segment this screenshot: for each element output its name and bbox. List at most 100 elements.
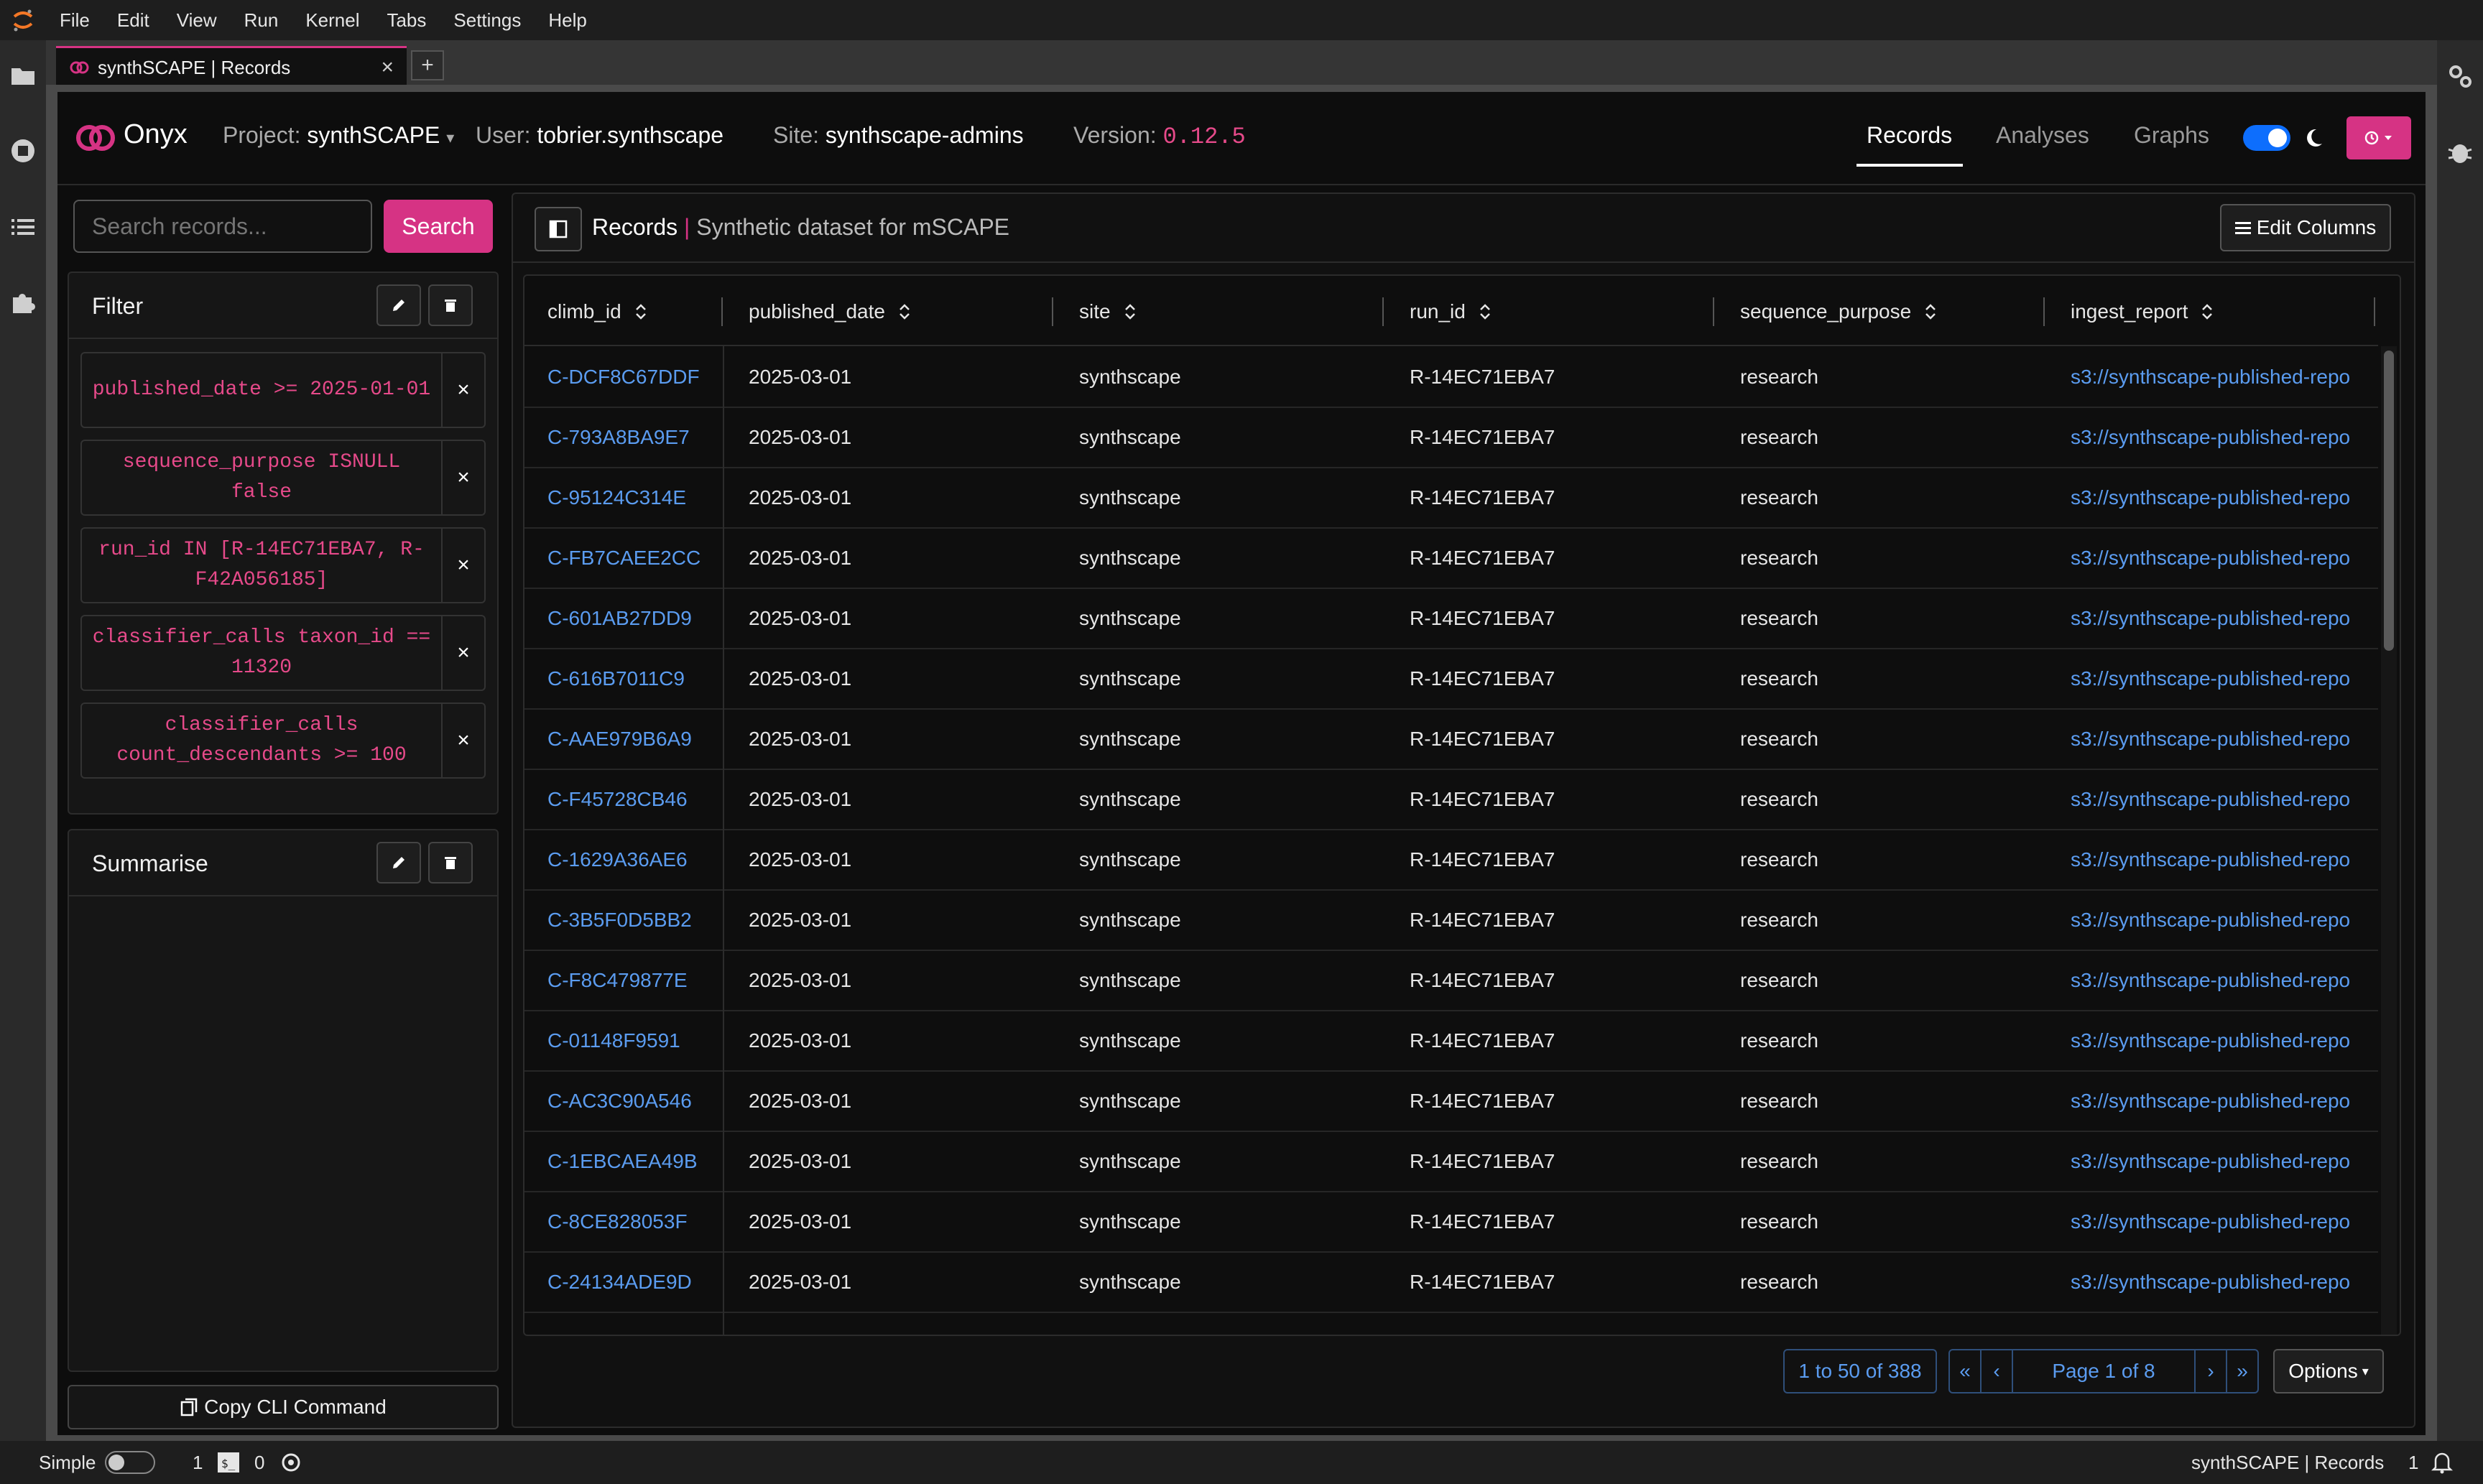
column-header-climb-id[interactable]: climb_id (547, 279, 647, 345)
first-page-button[interactable]: « (1948, 1349, 1982, 1393)
cell-climb-id[interactable]: C-95124C314E (547, 468, 717, 527)
cell-climb-id[interactable]: C-1629A36AE6 (547, 830, 717, 889)
filter-chip[interactable]: classifier_calls count_descendants >= 10… (80, 702, 486, 779)
menu-tabs[interactable]: Tabs (373, 0, 440, 40)
menu-file[interactable]: File (46, 0, 103, 40)
cell-climb-id[interactable]: C-24134ADE9D (547, 1253, 717, 1312)
table-row[interactable]: C-8CE828053F 2025-03-01 synthscape R-14EC71… (524, 1192, 2378, 1253)
filter-chip[interactable]: run_id IN [R-14EC71EBA7, R-F42A056185] × (80, 527, 486, 603)
edit-columns-button[interactable]: Edit Columns (2220, 204, 2391, 251)
sort-icon[interactable] (1479, 302, 1492, 321)
filter-chip[interactable]: sequence_purpose ISNULL false × (80, 440, 486, 516)
cell-ingest-report[interactable]: s3://synthscape-published-repo (2071, 348, 2358, 407)
column-resize-handle[interactable] (1382, 297, 1384, 326)
extension-manager-icon[interactable] (9, 287, 37, 316)
nav-records-tab[interactable]: Records (1867, 122, 1952, 149)
cell-ingest-report[interactable]: s3://synthscape-published-repo (2071, 1011, 2358, 1070)
cell-climb-id[interactable]: C-FB7CAEE2CC (547, 529, 717, 588)
cell-ingest-report[interactable]: s3://synthscape-published-repo (2071, 770, 2358, 829)
cell-climb-id[interactable]: C-DCF8C67DDF (547, 348, 717, 407)
filter-chip[interactable]: classifier_calls taxon_id == 11320 × (80, 615, 486, 691)
edit-summarise-button[interactable] (376, 842, 421, 884)
running-kernels-icon[interactable] (9, 136, 37, 165)
cell-climb-id[interactable]: C-1EBCAEA49B (547, 1132, 717, 1191)
sort-icon[interactable] (634, 302, 647, 321)
table-row[interactable]: C-AC3C90A546 2025-03-01 synthscape R-14EC71… (524, 1072, 2378, 1132)
cell-ingest-report[interactable]: s3://synthscape-published-repo (2071, 1132, 2358, 1191)
cell-climb-id[interactable]: C-8CE828053F (547, 1192, 717, 1251)
table-row[interactable]: C-601AB27DD9 2025-03-01 synthscape R-14EC71… (524, 589, 2378, 649)
column-resize-handle[interactable] (2374, 297, 2375, 326)
cell-climb-id[interactable]: C-616B7011C9 (547, 649, 717, 708)
table-row[interactable]: C-FB7CAEE2CC 2025-03-01 synthscape R-14EC71… (524, 529, 2378, 589)
grid-scrollbar-thumb[interactable] (2384, 351, 2394, 651)
debugger-icon[interactable] (2446, 138, 2474, 167)
table-row[interactable]: C-1629A36AE6 2025-03-01 synthscape R-14EC71… (524, 830, 2378, 891)
column-resize-handle[interactable] (2043, 297, 2045, 326)
new-tab-button[interactable]: + (411, 50, 444, 80)
next-page-button[interactable]: › (2194, 1349, 2227, 1393)
theme-toggle-switch[interactable] (2243, 125, 2290, 151)
cell-ingest-report[interactable]: s3://synthscape-published-repo (2071, 1072, 2358, 1131)
project-selector[interactable]: Project: synthSCAPE ▾ (223, 122, 454, 149)
table-of-contents-icon[interactable] (9, 213, 37, 241)
cell-ingest-report[interactable]: s3://synthscape-published-repo (2071, 589, 2358, 648)
cell-ingest-report[interactable]: s3://synthscape-published-repo (2071, 1253, 2358, 1312)
table-row[interactable]: C-DCF8C67DDF 2025-03-01 synthscape R-14EC71… (524, 348, 2378, 408)
column-resize-handle[interactable] (1713, 297, 1714, 326)
history-dropdown-button[interactable] (2346, 116, 2411, 159)
menu-help[interactable]: Help (535, 0, 600, 40)
folder-icon[interactable] (9, 62, 37, 91)
cell-climb-id[interactable]: C-AAE979B6A9 (547, 710, 717, 769)
column-header-published-date[interactable]: published_date (749, 279, 911, 345)
menu-view[interactable]: View (163, 0, 231, 40)
remove-filter-icon[interactable]: × (443, 353, 484, 427)
column-header-run-id[interactable]: run_id (1410, 279, 1492, 345)
search-button[interactable]: Search (384, 200, 493, 253)
sort-icon[interactable] (2201, 302, 2214, 321)
cell-ingest-report[interactable]: s3://synthscape-published-repo (2071, 408, 2358, 467)
table-row[interactable]: C-01148F9591 2025-03-01 synthscape R-14EC71… (524, 1011, 2378, 1072)
table-row[interactable]: C-793A8BA9E7 2025-03-01 synthscape R-14EC71… (524, 408, 2378, 468)
options-dropdown-button[interactable]: Options ▾ (2273, 1349, 2384, 1393)
previous-page-button[interactable]: ‹ (1980, 1349, 2013, 1393)
table-row[interactable]: C-AAE979B6A9 2025-03-01 synthscape R-14EC71… (524, 710, 2378, 770)
cell-ingest-report[interactable]: s3://synthscape-published-repo (2071, 951, 2358, 1010)
sort-icon[interactable] (898, 302, 911, 321)
remove-filter-icon[interactable]: × (443, 704, 484, 777)
remove-filter-icon[interactable]: × (443, 616, 484, 690)
column-resize-handle[interactable] (721, 297, 723, 326)
table-row[interactable]: C-95124C314E 2025-03-01 synthscape R-14EC71… (524, 468, 2378, 529)
clear-summarise-button[interactable] (428, 842, 473, 884)
table-row[interactable]: C-F8C479877E 2025-03-01 synthscape R-14EC71… (524, 951, 2378, 1011)
column-resize-handle[interactable] (1052, 297, 1053, 326)
cell-ingest-report[interactable]: s3://synthscape-published-repo (2071, 468, 2358, 527)
cell-climb-id[interactable]: C-3B5F0D5BB2 (547, 891, 717, 950)
menu-settings[interactable]: Settings (440, 0, 535, 40)
table-row[interactable]: C-616B7011C9 2025-03-01 synthscape R-14EC71… (524, 649, 2378, 710)
cell-ingest-report[interactable]: s3://synthscape-published-repo (2071, 710, 2358, 769)
cell-ingest-report[interactable]: s3://synthscape-published-repo (2071, 830, 2358, 889)
cell-climb-id[interactable]: C-AC3C90A546 (547, 1072, 717, 1131)
cell-climb-id[interactable]: C-F8C479877E (547, 951, 717, 1010)
cell-ingest-report[interactable]: s3://synthscape-published-repo (2071, 891, 2358, 950)
last-page-button[interactable]: » (2226, 1349, 2259, 1393)
column-header-sequence-purpose[interactable]: sequence_purpose (1740, 279, 1937, 345)
table-row[interactable]: C-F45728CB46 2025-03-01 synthscape R-14EC71… (524, 770, 2378, 830)
cell-climb-id[interactable]: C-793A8BA9E7 (547, 408, 717, 467)
nav-graphs-tab[interactable]: Graphs (2134, 122, 2209, 149)
filter-chip[interactable]: published_date >= 2025-01-01 × (80, 352, 486, 428)
cell-climb-id[interactable]: C-601AB27DD9 (547, 589, 717, 648)
sort-icon[interactable] (1124, 302, 1137, 321)
remove-filter-icon[interactable]: × (443, 529, 484, 602)
toggle-sidebar-button[interactable] (535, 207, 582, 251)
menu-kernel[interactable]: Kernel (292, 0, 373, 40)
table-row[interactable]: C-1EBCAEA49B 2025-03-01 synthscape R-14EC71… (524, 1132, 2378, 1192)
nav-analyses-tab[interactable]: Analyses (1996, 122, 2089, 149)
cell-climb-id[interactable]: C-F45728CB46 (547, 770, 717, 829)
simple-mode-toggle[interactable] (105, 1441, 155, 1484)
menu-run[interactable]: Run (231, 0, 292, 40)
column-header-site[interactable]: site (1079, 279, 1137, 345)
table-row[interactable]: C-24134ADE9D 2025-03-01 synthscape R-14EC71… (524, 1253, 2378, 1313)
table-row[interactable]: C-3B5F0D5BB2 2025-03-01 synthscape R-14EC71… (524, 891, 2378, 951)
